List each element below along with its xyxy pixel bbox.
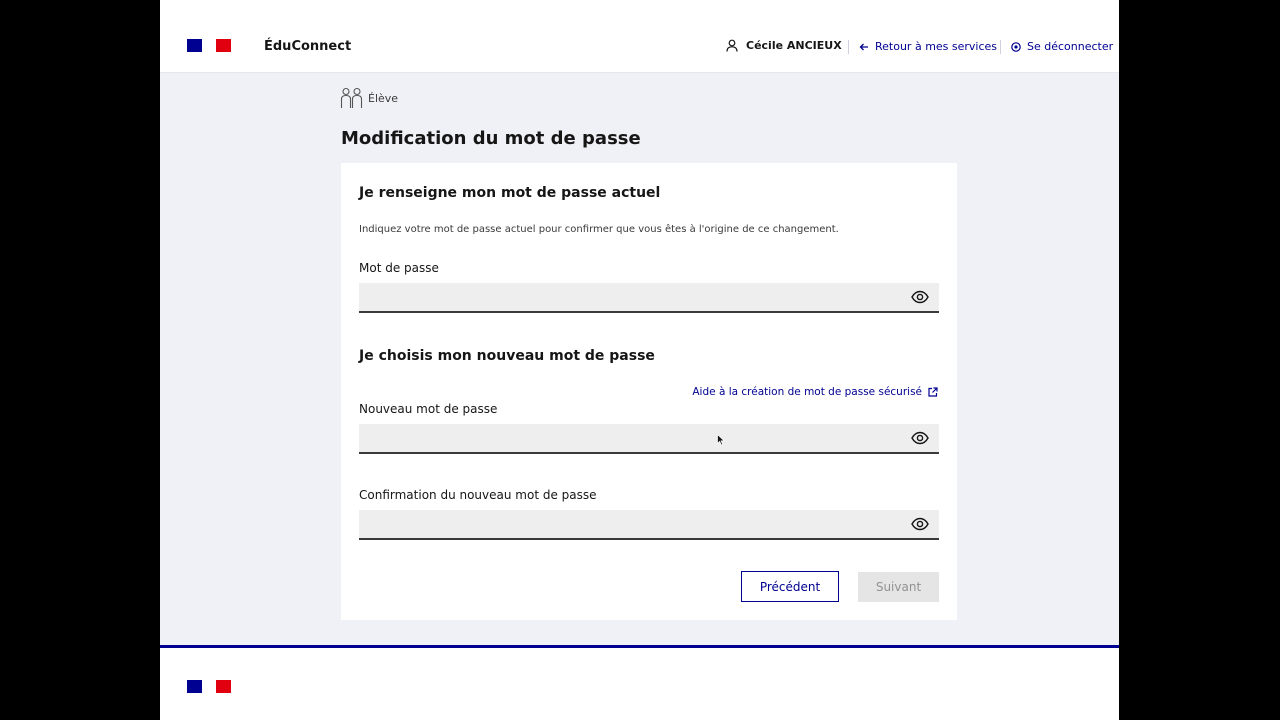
current-password-field[interactable]: [359, 283, 939, 313]
students-icon: [340, 87, 363, 108]
show-password-eye-icon[interactable]: [911, 431, 929, 445]
password-form-card: Je renseigne mon mot de passe actuel Ind…: [341, 163, 957, 620]
back-to-services-link[interactable]: Retour à mes services: [859, 40, 997, 53]
current-password-input[interactable]: [359, 283, 919, 311]
browser-viewport: ÉduConnect Cécile ANCIEUX Retour à mes s…: [160, 0, 1119, 720]
page-title: Modification du mot de passe: [341, 128, 641, 149]
external-link-icon: [928, 387, 938, 397]
back-to-services-label: Retour à mes services: [875, 40, 998, 53]
show-password-eye-icon[interactable]: [911, 290, 929, 304]
new-password-input[interactable]: [359, 424, 919, 452]
show-password-eye-icon[interactable]: [911, 517, 929, 531]
mouse-cursor-icon: [717, 434, 725, 446]
confirm-password-field[interactable]: [359, 510, 939, 540]
next-button[interactable]: Suivant: [858, 572, 939, 602]
header-separator: [1000, 40, 1001, 54]
profile-label: Élève: [368, 91, 399, 105]
secure-password-help-label: Aide à la création de mot de passe sécur…: [692, 386, 922, 398]
previous-button[interactable]: Précédent: [741, 571, 839, 602]
app-name: ÉduConnect: [264, 39, 352, 54]
profile-breadcrumb: Élève: [340, 87, 398, 109]
confirm-password-input[interactable]: [359, 510, 919, 538]
new-password-field[interactable]: [359, 424, 939, 454]
user-name: Cécile ANCIEUX: [746, 39, 842, 52]
user-icon: [726, 39, 738, 52]
current-password-label: Mot de passe: [359, 261, 439, 275]
current-password-hint: Indiquez votre mot de passe actuel pour …: [359, 224, 839, 235]
secure-password-help-link[interactable]: Aide à la création de mot de passe sécur…: [692, 386, 938, 398]
republique-francaise-logo[interactable]: [187, 39, 232, 52]
new-password-label: Nouveau mot de passe: [359, 402, 498, 416]
logout-icon: [1011, 41, 1021, 52]
arrow-left-icon: [859, 43, 868, 50]
logout-label: Se déconnecter: [1027, 40, 1114, 53]
header-separator: [848, 40, 849, 54]
republique-francaise-logo[interactable]: [187, 680, 232, 693]
current-password-section-title: Je renseigne mon mot de passe actuel: [359, 185, 661, 201]
confirm-password-label: Confirmation du nouveau mot de passe: [359, 488, 597, 502]
new-password-section-title: Je choisis mon nouveau mot de passe: [359, 348, 655, 364]
site-footer: [160, 645, 1119, 720]
user-info: Cécile ANCIEUX: [726, 39, 842, 52]
site-header: ÉduConnect Cécile ANCIEUX Retour à mes s…: [160, 0, 1119, 73]
logout-link[interactable]: Se déconnecter: [1011, 40, 1113, 53]
